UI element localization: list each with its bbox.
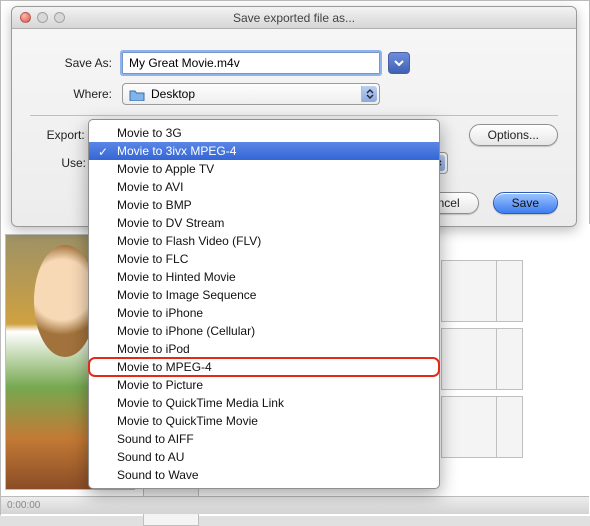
export-menu-item[interactable]: Movie to BMP	[89, 196, 439, 214]
export-menu-item[interactable]: Sound to AIFF	[89, 430, 439, 448]
export-menu: Movie to 3GMovie to 3ivx MPEG-4✓Movie to…	[88, 119, 440, 489]
export-menu-item[interactable]: Movie to QuickTime Media Link	[89, 394, 439, 412]
save-button[interactable]: Save	[493, 192, 558, 214]
separator	[30, 115, 558, 116]
export-menu-item[interactable]: Movie to iPhone	[89, 304, 439, 322]
export-menu-item[interactable]: Sound to AU	[89, 448, 439, 466]
export-menu-item[interactable]: Movie to Apple TV	[89, 160, 439, 178]
grid-cell[interactable]	[441, 260, 497, 322]
where-popup[interactable]: Desktop	[122, 83, 380, 105]
export-menu-item[interactable]: Sound to Wave	[89, 466, 439, 484]
export-menu-item[interactable]: Movie to QuickTime Movie	[89, 412, 439, 430]
status-bar: 0:00:00	[1, 496, 589, 514]
where-label: Where:	[30, 87, 122, 101]
export-menu-item[interactable]: Movie to iPhone (Cellular)	[89, 322, 439, 340]
chevron-down-icon	[394, 58, 404, 68]
export-menu-item[interactable]: Movie to Hinted Movie	[89, 268, 439, 286]
check-icon: ✓	[98, 143, 108, 161]
titlebar: Save exported file as...	[12, 7, 576, 29]
export-menu-item[interactable]: Movie to MPEG-4	[89, 358, 439, 376]
dialog-title: Save exported file as...	[12, 11, 576, 25]
export-menu-item[interactable]: Movie to Picture	[89, 376, 439, 394]
export-menu-item[interactable]: Movie to FLC	[89, 250, 439, 268]
filename-input[interactable]	[122, 52, 380, 74]
where-value: Desktop	[151, 87, 195, 101]
use-label: Use:	[30, 156, 86, 170]
save-as-label: Save As:	[30, 56, 122, 70]
export-menu-item[interactable]: Movie to 3G	[89, 124, 439, 142]
updown-icon	[361, 86, 377, 102]
export-menu-item[interactable]: Movie to 3ivx MPEG-4✓	[89, 142, 439, 160]
export-label: Export:	[30, 128, 85, 142]
export-menu-item[interactable]: Movie to DV Stream	[89, 214, 439, 232]
history-button[interactable]	[388, 52, 410, 74]
export-menu-item[interactable]: Movie to Image Sequence	[89, 286, 439, 304]
export-menu-item[interactable]: Movie to iPod	[89, 340, 439, 358]
export-menu-item[interactable]: Movie to AVI	[89, 178, 439, 196]
grid-cell[interactable]	[441, 328, 497, 390]
grid-cell[interactable]	[441, 396, 497, 458]
options-button[interactable]: Options...	[469, 124, 558, 146]
folder-icon	[129, 88, 145, 101]
export-menu-item[interactable]: Movie to Flash Video (FLV)	[89, 232, 439, 250]
